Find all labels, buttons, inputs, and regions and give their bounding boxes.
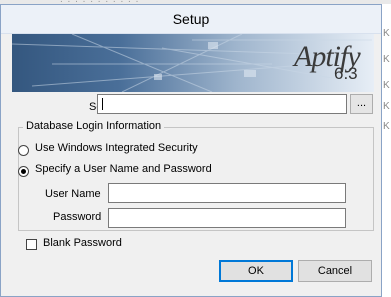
username-password-radio[interactable]	[18, 166, 29, 177]
background-glyph: K	[383, 101, 390, 112]
radio-selected-dot	[21, 169, 26, 174]
background-glyph: K	[383, 121, 390, 132]
background-glyph: K	[383, 80, 390, 91]
windows-security-radio[interactable]	[18, 145, 29, 156]
background-glyph: K	[383, 28, 390, 39]
aptify-banner: Aptify 6.3	[12, 34, 374, 92]
text-cursor	[102, 98, 103, 110]
username-input[interactable]	[108, 183, 346, 203]
username-label: User Name	[45, 188, 101, 200]
blank-password-label[interactable]: Blank Password	[43, 237, 122, 249]
ok-button[interactable]: OK	[219, 260, 293, 282]
password-input[interactable]	[108, 208, 346, 228]
title-bar[interactable]: Setup	[1, 5, 381, 34]
background-glyph: K	[383, 54, 390, 65]
blank-password-checkbox[interactable]	[26, 239, 37, 250]
server-input[interactable]	[97, 94, 347, 114]
version-label: 6.3	[334, 64, 358, 83]
browse-server-button[interactable]: ...	[350, 94, 373, 114]
cancel-button[interactable]: Cancel	[298, 260, 372, 282]
username-password-label[interactable]: Specify a User Name and Password	[35, 163, 212, 175]
password-label: Password	[53, 211, 102, 223]
dialog-title: Setup	[172, 11, 210, 27]
setup-dialog: Setup Aptify 6.3 Server ...	[0, 4, 382, 297]
windows-security-label[interactable]: Use Windows Integrated Security	[35, 142, 198, 154]
db-login-group-label: Database Login Information	[23, 120, 165, 132]
